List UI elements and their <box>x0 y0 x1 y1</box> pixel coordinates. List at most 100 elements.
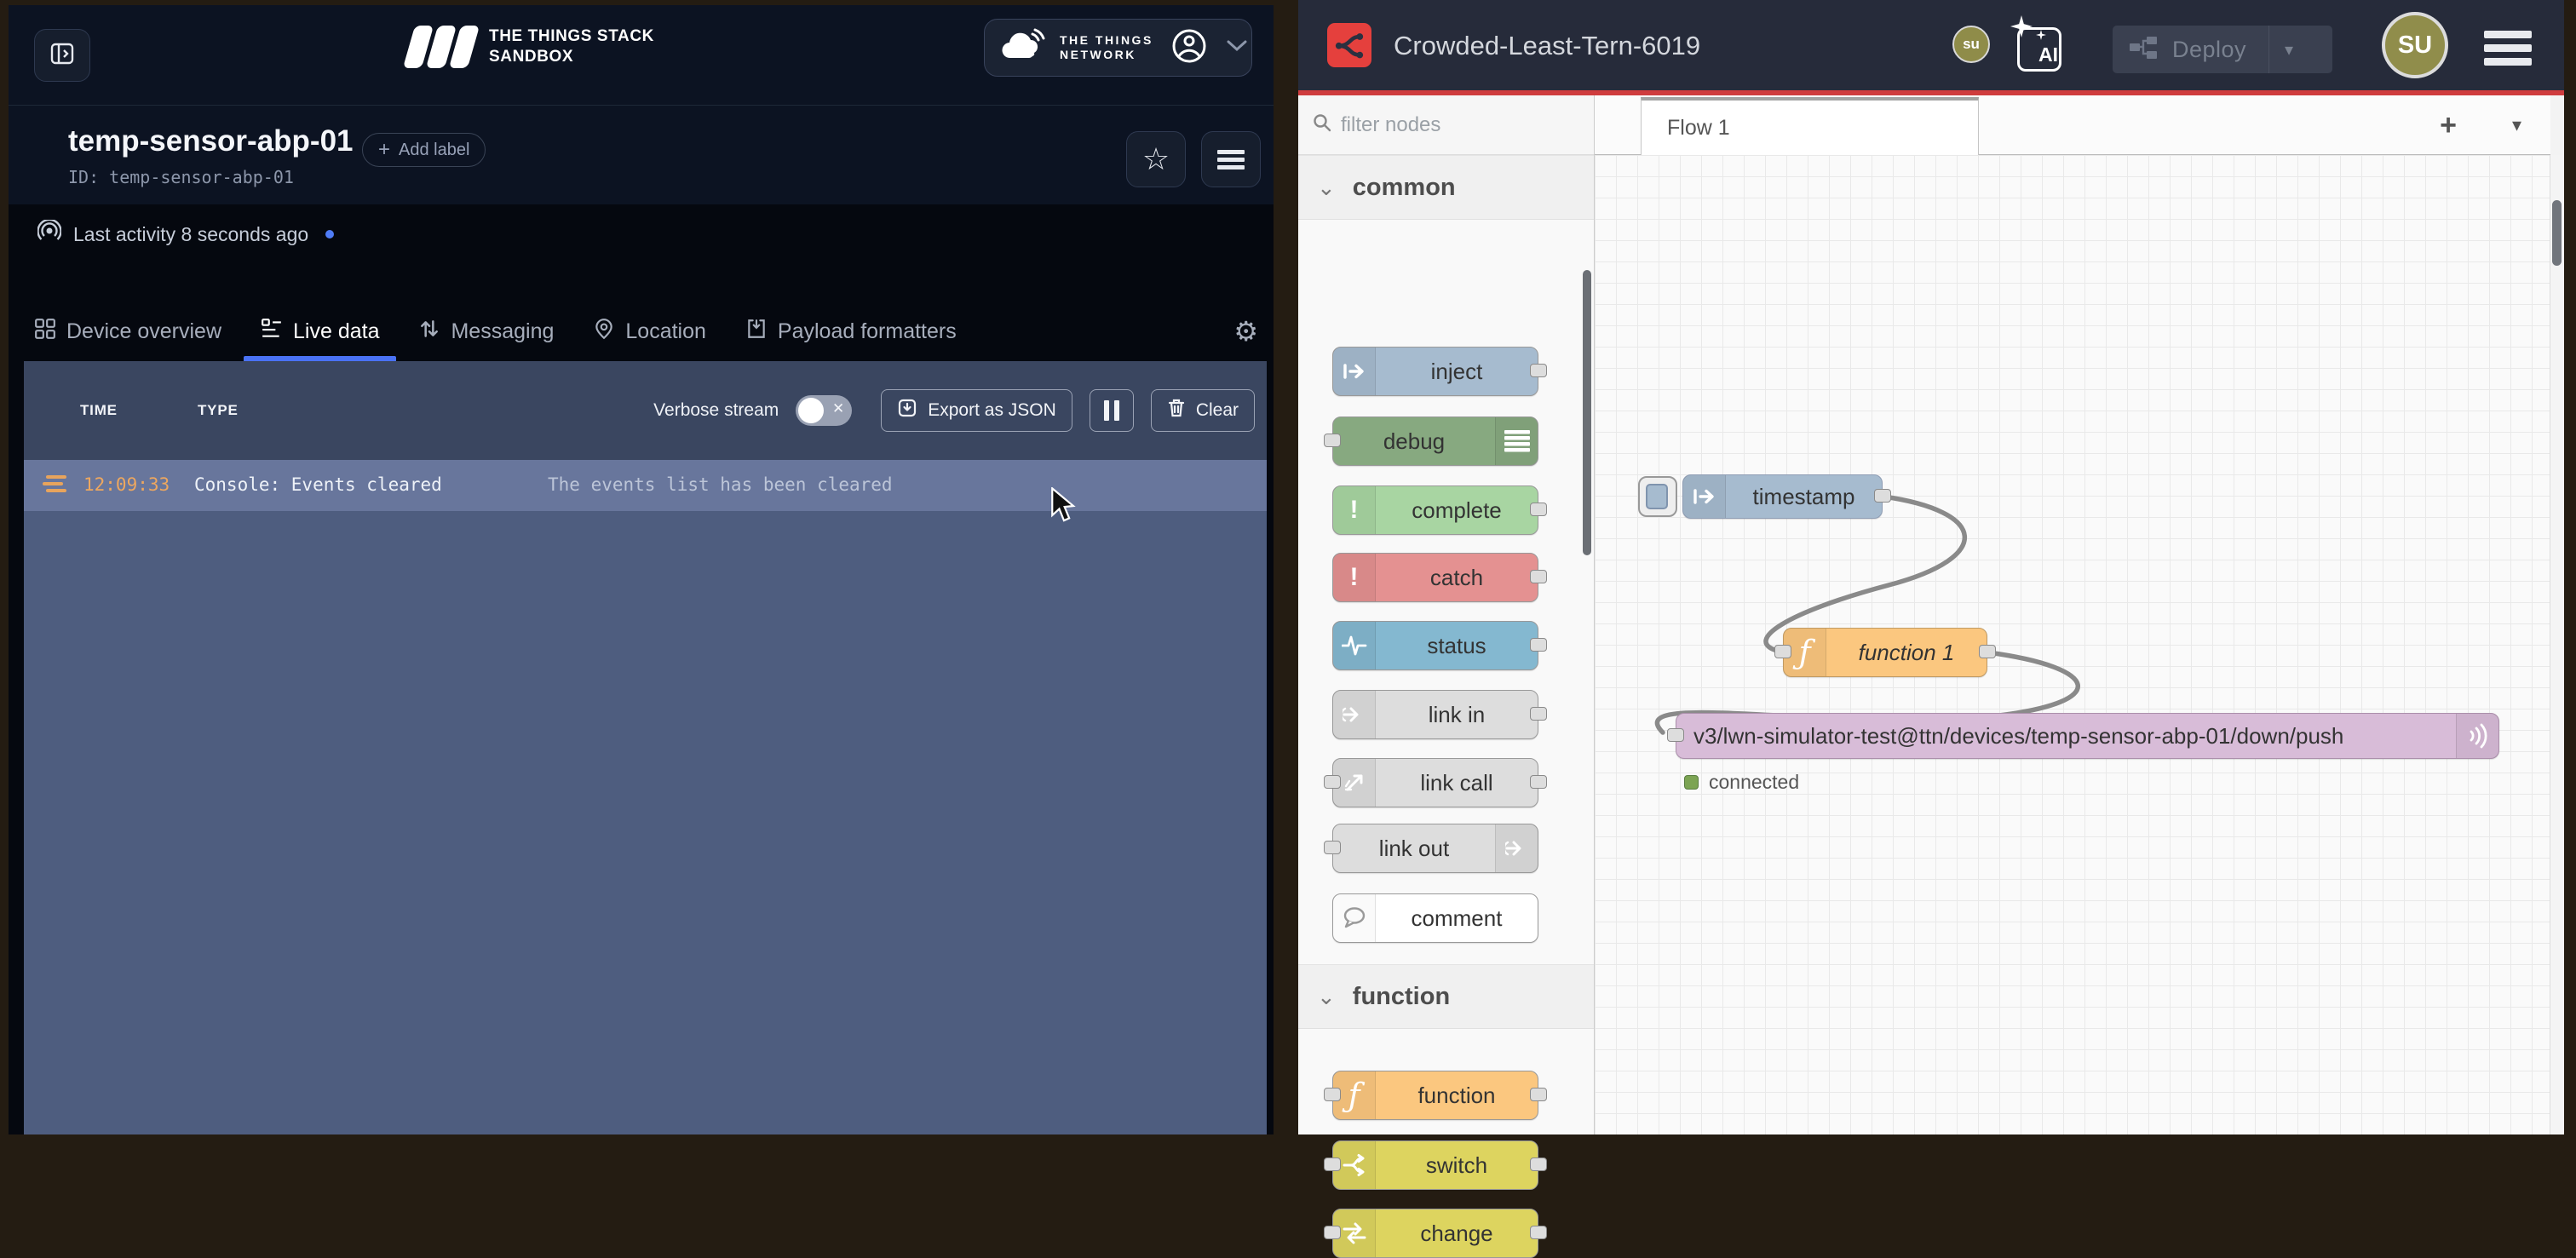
event-stream-icon <box>46 475 68 496</box>
add-label-button[interactable]: + Add label <box>362 133 486 167</box>
palette-scrollbar[interactable] <box>1583 270 1591 555</box>
clear-events-button[interactable]: Clear <box>1151 389 1255 432</box>
tab-flow-1[interactable]: Flow 1 <box>1641 97 1979 155</box>
output-port[interactable] <box>1530 1157 1547 1171</box>
palette-node-debug[interactable]: debug <box>1332 416 1538 466</box>
palette-node-catch[interactable]: ! catch <box>1332 553 1538 602</box>
logo-line-1: THE THINGS STACK <box>489 26 654 47</box>
nodered-header: Crowded-Least-Tern-6019 su AI Deploy ▾ S <box>1298 0 2564 90</box>
palette-node-function[interactable]: ƒ function <box>1332 1071 1538 1120</box>
account-menu-button[interactable]: THE THINGS NETWORK <box>984 19 1252 77</box>
input-port[interactable] <box>1774 645 1791 658</box>
palette-search[interactable] <box>1298 95 1594 155</box>
tab-live-data[interactable]: Live data <box>261 302 379 361</box>
main-menu-button[interactable] <box>2484 31 2532 72</box>
pause-stream-button[interactable] <box>1090 389 1134 432</box>
deploy-caret-icon[interactable]: ▾ <box>2269 39 2309 60</box>
flow-list-caret-icon[interactable]: ▾ <box>2512 114 2521 136</box>
tab-label: Payload formatters <box>778 319 957 344</box>
grid-icon <box>34 318 56 346</box>
palette-section-common[interactable]: ⌄ common <box>1298 155 1594 220</box>
palette-node-complete[interactable]: ! complete <box>1332 485 1538 535</box>
list-icon <box>261 318 283 346</box>
output-port[interactable] <box>1530 364 1547 377</box>
tab-label: Device overview <box>66 319 221 344</box>
add-flow-button[interactable]: + <box>2440 109 2457 142</box>
bookmark-button[interactable]: ☆ <box>1126 131 1186 187</box>
export-json-button[interactable]: Export as JSON <box>881 389 1072 432</box>
canvas-node-mqtt-out[interactable]: v3/lwn-simulator-test@ttn/devices/temp-s… <box>1676 713 2499 759</box>
output-port[interactable] <box>1530 570 1547 583</box>
inject-trigger-button[interactable] <box>1638 476 1677 517</box>
input-port[interactable] <box>1324 841 1341 854</box>
filter-nodes-input[interactable] <box>1341 113 1554 137</box>
input-port[interactable] <box>1324 1226 1341 1239</box>
palette-node-link-in[interactable]: link in <box>1332 690 1538 739</box>
device-menu-button[interactable] <box>1201 131 1261 187</box>
palette-node-switch[interactable]: switch <box>1332 1140 1538 1190</box>
output-port[interactable] <box>1874 489 1891 503</box>
sidebar-toggle-button[interactable] <box>34 29 90 82</box>
canvas-scrollbar-track[interactable] <box>2550 155 2563 1134</box>
heartbeat-icon <box>1333 622 1376 669</box>
deploy-label: Deploy <box>2172 37 2246 63</box>
node-palette: ⌄ common inject debug ! <box>1298 95 1595 1134</box>
output-port[interactable] <box>1530 775 1547 789</box>
event-message: The events list has been cleared <box>548 474 893 495</box>
verbose-stream-toggle[interactable]: ✕ <box>796 395 852 426</box>
live-data-table: TIME TYPE Verbose stream ✕ Export as JSO… <box>24 361 1267 1134</box>
palette-node-change[interactable]: change <box>1332 1209 1538 1258</box>
user-avatar[interactable]: SU <box>2382 12 2448 78</box>
inject-arrow-icon <box>1683 475 1726 518</box>
tab-messaging[interactable]: Messaging <box>418 302 554 361</box>
canvas-node-function-1[interactable]: ƒ function 1 <box>1783 628 1987 677</box>
inject-arrow-icon <box>1333 348 1376 395</box>
palette-node-comment[interactable]: comment <box>1332 893 1538 943</box>
tab-payload-formatters[interactable]: Payload formatters <box>745 302 957 361</box>
section-label: function <box>1353 983 1450 1011</box>
node-label: link in <box>1376 691 1538 738</box>
palette-node-link-out[interactable]: link out <box>1332 824 1538 873</box>
node-label: link out <box>1333 824 1495 872</box>
speech-bubble-icon <box>1333 894 1376 942</box>
user-badge-small[interactable]: su <box>1952 26 1990 63</box>
input-port[interactable] <box>1324 775 1341 789</box>
event-time: 12:09:33 <box>83 474 170 495</box>
input-port[interactable] <box>1324 434 1341 447</box>
palette-node-inject[interactable]: inject <box>1332 347 1538 396</box>
output-port[interactable] <box>1979 645 1996 658</box>
panel-toggle-icon <box>49 40 76 72</box>
input-port[interactable] <box>1324 1088 1341 1101</box>
activity-ripple-icon <box>37 220 61 249</box>
output-port[interactable] <box>1530 503 1547 516</box>
output-port[interactable] <box>1530 1226 1547 1239</box>
output-port[interactable] <box>1530 1088 1547 1101</box>
export-json-label: Export as JSON <box>928 400 1056 421</box>
node-label: link call <box>1376 759 1538 807</box>
output-port[interactable] <box>1530 638 1547 652</box>
page-title: temp-sensor-abp-01 <box>68 124 354 158</box>
output-port[interactable] <box>1530 707 1547 721</box>
tab-device-overview[interactable]: Device overview <box>34 302 221 361</box>
palette-section-function[interactable]: ⌄ function <box>1298 964 1594 1029</box>
settings-gear-icon[interactable]: ⚙ <box>1233 315 1258 348</box>
node-label: catch <box>1376 554 1538 601</box>
event-row[interactable]: 12:09:33 Console: Events cleared The eve… <box>24 460 1267 511</box>
node-label: v3/lwn-simulator-test@ttn/devices/temp-s… <box>1676 714 2456 758</box>
palette-node-link-call[interactable]: link call <box>1332 758 1538 807</box>
plus-icon: + <box>378 138 390 162</box>
input-port[interactable] <box>1667 728 1684 742</box>
flow-canvas[interactable]: timestamp ƒ function 1 v3/lwn-simulator-… <box>1595 155 2550 1134</box>
download-icon <box>897 398 917 423</box>
ai-assistant-button[interactable]: AI <box>2014 19 2065 72</box>
canvas-scrollbar-thumb[interactable] <box>2552 200 2562 266</box>
live-indicator-dot <box>325 230 334 238</box>
node-status: connected <box>1684 771 1799 794</box>
palette-node-status[interactable]: status <box>1332 621 1538 670</box>
deploy-button[interactable]: Deploy ▾ <box>2113 26 2332 73</box>
last-activity: Last activity 8 seconds ago <box>37 220 334 249</box>
input-port[interactable] <box>1324 1157 1341 1171</box>
node-label: complete <box>1376 486 1538 534</box>
tab-location[interactable]: Location <box>593 302 706 361</box>
canvas-node-timestamp[interactable]: timestamp <box>1682 474 1883 519</box>
